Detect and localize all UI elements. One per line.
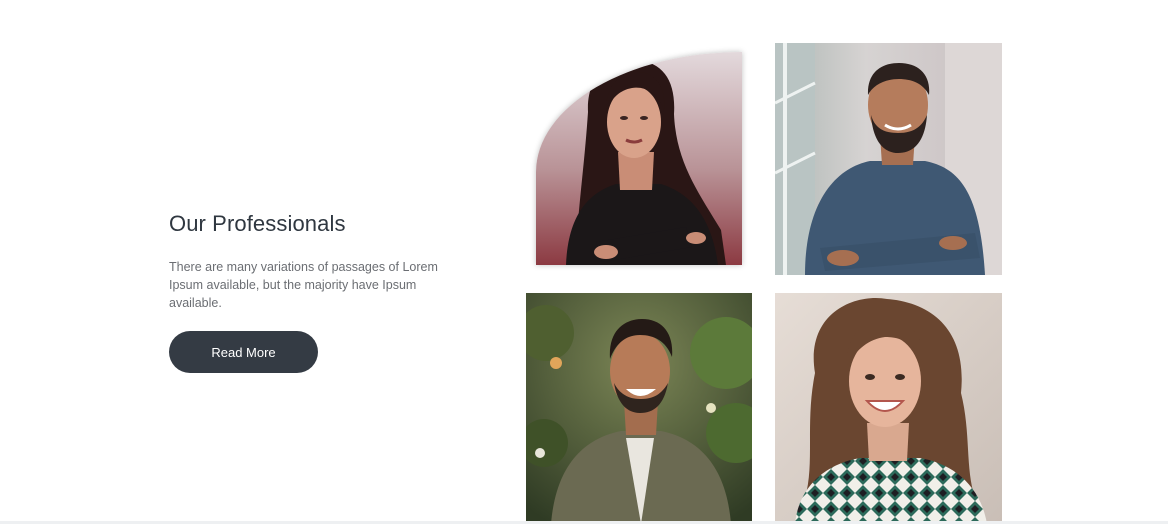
professional-photo-smiling-man-garden — [526, 293, 752, 524]
section-title: Our Professionals — [169, 211, 346, 236]
professional-photo-woman-dark-hair — [536, 52, 742, 265]
professionals-section: Our Professionals There are many variati… — [0, 0, 1168, 524]
section-description: There are many variations of passages of… — [169, 260, 438, 310]
read-more-button[interactable]: Read More — [169, 331, 318, 373]
professionals-text-block: Our Professionals There are many variati… — [169, 208, 479, 373]
professional-photo-bearded-man — [775, 43, 1002, 275]
professional-photo-smiling-woman-curly-hair — [775, 293, 1002, 524]
